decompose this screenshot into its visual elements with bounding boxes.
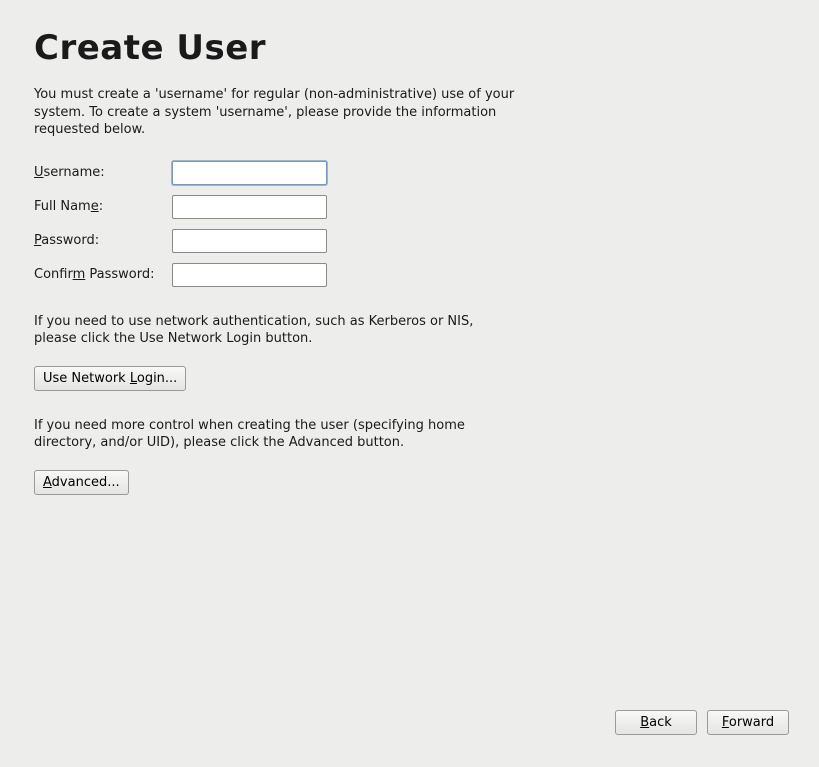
- confirm-password-label: Confirm Password:: [34, 267, 172, 282]
- forward-button[interactable]: Forward: [707, 710, 789, 735]
- fullname-input[interactable]: [172, 195, 327, 219]
- confirm-password-input[interactable]: [172, 263, 327, 287]
- advanced-button[interactable]: Advanced...: [34, 470, 129, 495]
- advanced-text: If you need more control when creating t…: [34, 417, 504, 452]
- page-title: Create User: [34, 28, 785, 68]
- password-input[interactable]: [172, 229, 327, 253]
- wizard-nav: Back Forward: [615, 710, 789, 735]
- network-login-text: If you need to use network authenticatio…: [34, 313, 504, 348]
- fullname-label: Full Name:: [34, 199, 172, 214]
- password-label: Password:: [34, 233, 172, 248]
- back-button[interactable]: Back: [615, 710, 697, 735]
- username-input[interactable]: [172, 161, 327, 185]
- use-network-login-button[interactable]: Use Network Login...: [34, 366, 186, 391]
- intro-text: You must create a 'username' for regular…: [34, 86, 534, 139]
- username-label: Username:: [34, 165, 172, 180]
